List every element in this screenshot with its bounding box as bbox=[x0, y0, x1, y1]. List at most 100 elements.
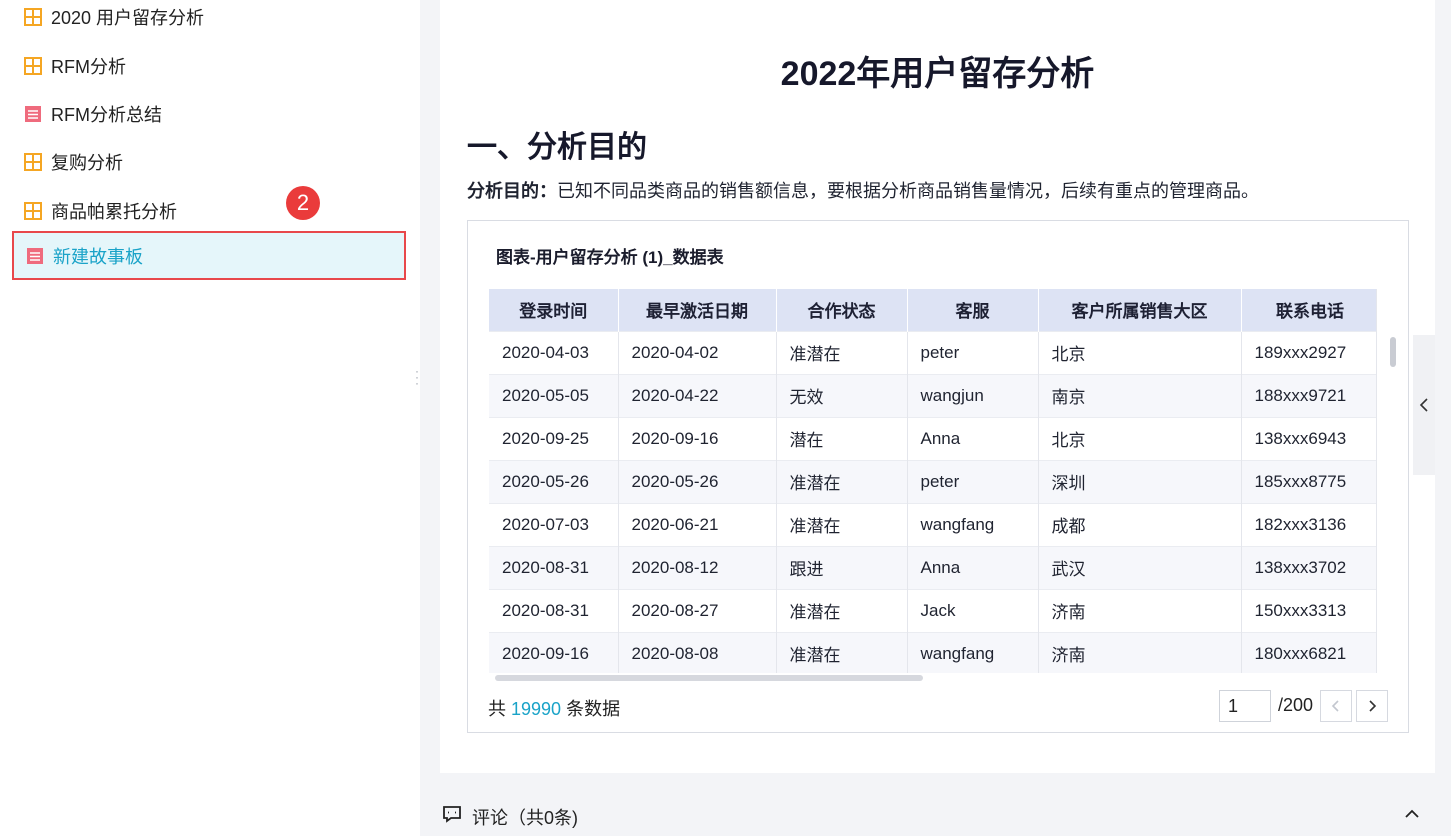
table-cell: 2020-09-16 bbox=[489, 631, 619, 673]
sidebar-item-label: 复购分析 bbox=[51, 153, 123, 173]
resize-handle-icon[interactable]: · · · bbox=[414, 365, 420, 389]
table-cell: 深圳 bbox=[1038, 459, 1242, 503]
table-cell: 2020-08-31 bbox=[489, 588, 619, 632]
prev-page-button[interactable] bbox=[1320, 690, 1352, 722]
table-cell: wangfang bbox=[907, 502, 1039, 546]
sidebar-item-label: 2020 用户留存分析 bbox=[51, 8, 205, 28]
table-cell: 北京 bbox=[1038, 330, 1242, 374]
horizontal-scrollbar[interactable] bbox=[495, 675, 923, 681]
section-heading: 一、分析目的 bbox=[467, 131, 647, 164]
record-count-prefix: 共 bbox=[488, 699, 506, 719]
table-cell: 成都 bbox=[1038, 502, 1242, 546]
table-cell: 跟进 bbox=[776, 545, 908, 589]
data-table: 登录时间 最早激活日期 合作状态 客服 客户所属销售大区 联系电话 2020-0… bbox=[489, 289, 1389, 673]
sidebar-item-rfm[interactable]: RFM分析 bbox=[12, 43, 406, 89]
table-cell: 2020-04-02 bbox=[618, 330, 777, 374]
sidebar-item-label: RFM分析 bbox=[51, 57, 126, 77]
sidebar-item-2020-retention[interactable]: 2020 用户留存分析 bbox=[12, 0, 406, 40]
table-cell: 2020-04-03 bbox=[489, 330, 619, 374]
table-cell: 准潜在 bbox=[776, 330, 908, 374]
story-icon bbox=[25, 106, 41, 122]
column-header[interactable]: 联系电话 bbox=[1241, 289, 1380, 331]
story-content: 2022年用户留存分析 一、分析目的 分析目的：已知不同品类商品的销售额信息，要… bbox=[440, 0, 1435, 773]
table-cell: 2020-09-16 bbox=[618, 416, 777, 460]
column-header[interactable]: 登录时间 bbox=[489, 289, 619, 331]
page-number-input[interactable]: 1 bbox=[1219, 690, 1271, 722]
data-table-widget: 图表-用户留存分析 (1)_数据表 登录时间 最早激活日期 合作状态 客服 客户… bbox=[467, 220, 1409, 733]
table-cell: 2020-08-08 bbox=[618, 631, 777, 673]
comment-bar[interactable]: 评论（共0条) bbox=[440, 796, 1435, 836]
dashboard-icon bbox=[24, 8, 42, 26]
table-row[interactable]: 2020-09-16 2020-08-08 准潜在 wangfang 济南 180xxx6… bbox=[489, 631, 1380, 673]
sidebar-item-label: 商品帕累托分析 bbox=[51, 202, 177, 222]
table-cell: wangjun bbox=[907, 373, 1039, 417]
sidebar: 2020 用户留存分析 RFM分析 RFM分析总结 复购分析 商品帕累托分析 新… bbox=[0, 0, 420, 836]
purpose-label: 分析目的： bbox=[467, 181, 557, 201]
table-cell: 150xxx3313 bbox=[1241, 588, 1380, 632]
record-count-suffix: 条数据 bbox=[566, 699, 621, 719]
table-cell: 185xxx8775 bbox=[1241, 459, 1380, 503]
table-cell: peter bbox=[907, 459, 1039, 503]
table-cell: 准潜在 bbox=[776, 631, 908, 673]
record-count-value: 19990 bbox=[511, 699, 562, 719]
comment-label: 评论（共0条) bbox=[472, 808, 579, 828]
sidebar-item-repurchase[interactable]: 复购分析 bbox=[12, 139, 406, 185]
column-header[interactable]: 合作状态 bbox=[776, 289, 908, 331]
purpose-paragraph: 分析目的：已知不同品类商品的销售额信息，要根据分析商品销售量情况，后续有重点的管… bbox=[467, 177, 1259, 203]
table-cell: 2020-05-26 bbox=[618, 459, 777, 503]
table-row[interactable]: 2020-05-26 2020-05-26 准潜在 peter 深圳 185xxx8775 bbox=[489, 459, 1380, 503]
table-cell: 138xxx6943 bbox=[1241, 416, 1380, 460]
table-cell: 182xxx3136 bbox=[1241, 502, 1380, 546]
table-cell: 2020-08-12 bbox=[618, 545, 777, 589]
chevron-right-icon bbox=[1369, 700, 1377, 712]
table-cell: wangfang bbox=[907, 631, 1039, 673]
table-cell: 2020-07-03 bbox=[489, 502, 619, 546]
table-cell: 2020-05-26 bbox=[489, 459, 619, 503]
table-cell: Anna bbox=[907, 545, 1039, 589]
table-cell: 济南 bbox=[1038, 631, 1242, 673]
table-cell: 北京 bbox=[1038, 416, 1242, 460]
next-page-button[interactable] bbox=[1356, 690, 1388, 722]
table-cell: 准潜在 bbox=[776, 459, 908, 503]
table-cell: Jack bbox=[907, 588, 1039, 632]
dashboard-icon bbox=[24, 57, 42, 75]
sidebar-item-rfm-summary[interactable]: RFM分析总结 bbox=[12, 91, 406, 137]
table-title: 图表-用户留存分析 (1)_数据表 bbox=[496, 248, 724, 267]
table-cell: Anna bbox=[907, 416, 1039, 460]
sidebar-item-label: 新建故事板 bbox=[53, 246, 143, 267]
chevron-up-icon[interactable] bbox=[1402, 804, 1422, 824]
column-header[interactable]: 客服 bbox=[907, 289, 1039, 331]
table-row[interactable]: 2020-08-31 2020-08-27 准潜在 Jack 济南 150xxx3313 bbox=[489, 588, 1380, 632]
table-cell: peter bbox=[907, 330, 1039, 374]
table-row[interactable]: 2020-09-25 2020-09-16 潜在 Anna 北京 138xxx6943 bbox=[489, 416, 1380, 460]
table-header-row: 登录时间 最早激活日期 合作状态 客服 客户所属销售大区 联系电话 bbox=[489, 289, 1380, 331]
sidebar-item-label: RFM分析总结 bbox=[51, 105, 162, 125]
panel-toggle-button[interactable] bbox=[1413, 335, 1435, 475]
dashboard-icon bbox=[24, 202, 42, 220]
table-cell: 138xxx3702 bbox=[1241, 545, 1380, 589]
sidebar-item-new-storyboard[interactable]: 新建故事板 bbox=[12, 231, 406, 280]
table-row[interactable]: 2020-04-03 2020-04-02 准潜在 peter 北京 189xxx2927 bbox=[489, 330, 1380, 374]
page-total: /200 bbox=[1278, 695, 1314, 715]
table-row[interactable]: 2020-07-03 2020-06-21 准潜在 wangfang 成都 182xxx3… bbox=[489, 502, 1380, 546]
table-cell: 无效 bbox=[776, 373, 908, 417]
sidebar-item-pareto[interactable]: 商品帕累托分析 bbox=[12, 188, 406, 234]
vertical-scrollbar[interactable] bbox=[1390, 337, 1396, 367]
table-cell: 准潜在 bbox=[776, 502, 908, 546]
table-cell: 2020-06-21 bbox=[618, 502, 777, 546]
table-cell: 武汉 bbox=[1038, 545, 1242, 589]
table-row[interactable]: 2020-08-31 2020-08-12 跟进 Anna 武汉 138xxx3702 bbox=[489, 545, 1380, 589]
table-cell: 2020-09-25 bbox=[489, 416, 619, 460]
table-cell: 2020-08-27 bbox=[618, 588, 777, 632]
table-cell: 南京 bbox=[1038, 373, 1242, 417]
table-cell: 济南 bbox=[1038, 588, 1242, 632]
column-header[interactable]: 最早激活日期 bbox=[618, 289, 777, 331]
table-row[interactable]: 2020-05-05 2020-04-22 无效 wangjun 南京 188xxx972… bbox=[489, 373, 1380, 417]
record-count: 共 19990 条数据 bbox=[488, 695, 620, 721]
chevron-left-icon bbox=[1419, 398, 1428, 412]
column-header[interactable]: 客户所属销售大区 bbox=[1038, 289, 1242, 331]
story-icon bbox=[27, 247, 43, 264]
table-cell: 潜在 bbox=[776, 416, 908, 460]
table-cell: 188xxx9721 bbox=[1241, 373, 1380, 417]
chevron-left-icon bbox=[1331, 700, 1339, 712]
